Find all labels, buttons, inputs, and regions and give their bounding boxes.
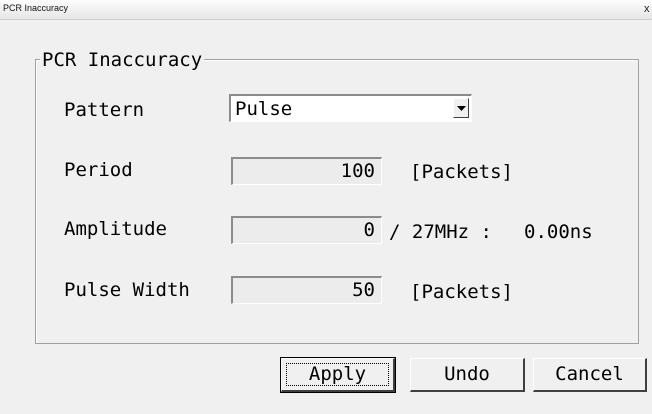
close-icon[interactable]: x xyxy=(644,2,652,16)
period-field[interactable]: 100 xyxy=(231,157,382,185)
apply-button-label: Apply xyxy=(308,363,367,385)
apply-button[interactable]: Apply xyxy=(280,357,396,393)
pattern-select[interactable]: Pulse xyxy=(229,94,472,122)
pulse-width-unit: [Packets] xyxy=(410,281,513,303)
window-title: PCR Inaccuracy xyxy=(3,3,69,13)
undo-button[interactable]: Undo xyxy=(410,358,525,392)
amplitude-field[interactable]: 0 xyxy=(231,216,382,244)
period-label: Period xyxy=(64,159,133,181)
cancel-button-label: Cancel xyxy=(555,363,624,385)
undo-button-label: Undo xyxy=(444,363,490,385)
amplitude-label: Amplitude xyxy=(64,218,167,240)
amplitude-ns-value: 0.00ns xyxy=(524,221,593,243)
chevron-down-icon[interactable] xyxy=(453,98,469,118)
pulse-width-label: Pulse Width xyxy=(64,279,190,301)
group-title: PCR Inaccuracy xyxy=(40,48,205,72)
amplitude-suffix: / 27MHz : xyxy=(389,221,492,243)
title-bar: PCR Inaccuracy x xyxy=(0,0,652,20)
pulse-width-field[interactable]: 50 xyxy=(231,276,382,304)
pattern-select-value: Pulse xyxy=(235,98,293,120)
cancel-button[interactable]: Cancel xyxy=(533,358,647,392)
pattern-label: Pattern xyxy=(64,99,145,121)
period-unit: [Packets] xyxy=(410,161,513,183)
